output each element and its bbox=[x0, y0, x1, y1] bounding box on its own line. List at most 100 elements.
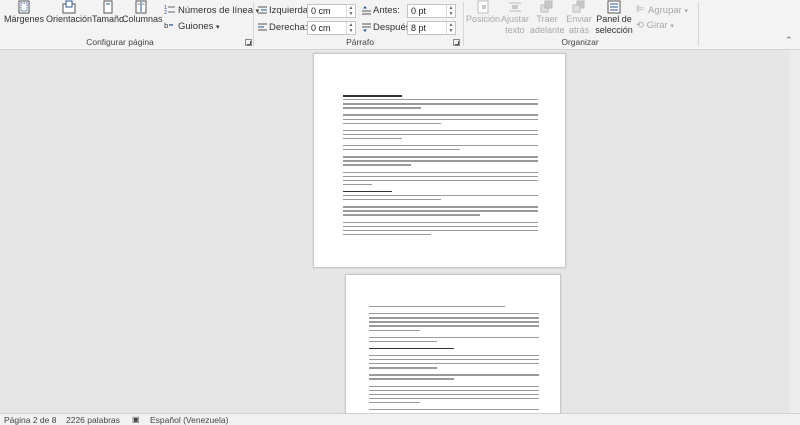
spin-arrows-icon[interactable]: ▲ ▼ bbox=[446, 5, 455, 17]
text-line bbox=[369, 367, 437, 369]
spacing-before-input[interactable]: 0 pt ▲ ▼ bbox=[407, 4, 456, 18]
position-icon bbox=[477, 0, 489, 14]
text-heading-line bbox=[343, 190, 392, 193]
document-workspace[interactable] bbox=[0, 50, 800, 413]
group-divider bbox=[253, 2, 254, 46]
text-line bbox=[369, 397, 539, 400]
enviar-label-2: atrás bbox=[568, 25, 589, 35]
panel-seleccion-button[interactable]: Panel de selección bbox=[594, 0, 634, 35]
girar-button[interactable]: ⟲ Girar ▾ bbox=[636, 19, 674, 33]
line-numbers-icon: 12 bbox=[164, 5, 175, 14]
text-heading-line bbox=[343, 95, 402, 97]
text-line bbox=[343, 107, 421, 109]
text-line bbox=[369, 325, 539, 327]
indent-right-value: 0 cm bbox=[311, 23, 331, 33]
guiones-button[interactable]: b Guiones ▾ bbox=[164, 20, 220, 34]
text-line bbox=[343, 156, 538, 158]
margins-icon bbox=[18, 0, 30, 14]
rotate-icon: ⟲ bbox=[636, 20, 644, 31]
document-page-2[interactable] bbox=[345, 274, 561, 413]
spin-arrows-icon[interactable]: ▲ ▼ bbox=[446, 22, 455, 34]
panel-label-1: Panel de bbox=[596, 14, 632, 24]
text-line bbox=[369, 336, 539, 338]
indent-left-input[interactable]: 0 cm ▲ ▼ bbox=[307, 4, 356, 18]
girar-label: Girar bbox=[646, 20, 668, 31]
text-line bbox=[343, 210, 538, 212]
text-line bbox=[343, 133, 538, 136]
text-line bbox=[343, 99, 538, 101]
text-line bbox=[343, 179, 538, 182]
text-line bbox=[369, 317, 539, 319]
tamano-button[interactable]: Tamaño bbox=[91, 0, 125, 34]
agrupar-button[interactable]: Agrupar ▾ bbox=[636, 4, 688, 18]
indent-left-label: Izquierda: bbox=[269, 5, 311, 16]
text-line bbox=[343, 122, 441, 124]
group-divider bbox=[698, 2, 699, 46]
text-line bbox=[369, 393, 539, 396]
panel-label-2: selección bbox=[595, 25, 633, 35]
document-page-1[interactable] bbox=[313, 53, 566, 268]
text-line bbox=[369, 385, 539, 387]
vertical-scrollbar[interactable] bbox=[790, 50, 800, 413]
spin-arrows-icon[interactable]: ▲ ▼ bbox=[346, 5, 355, 17]
ajustar-label-2: texto bbox=[505, 25, 525, 35]
text-line bbox=[343, 233, 431, 236]
status-word-count[interactable]: 2226 palabras bbox=[66, 414, 120, 425]
margenes-label: Márgenes bbox=[3, 14, 45, 24]
text-line bbox=[343, 225, 538, 227]
columnas-button[interactable]: Columnas bbox=[122, 0, 163, 34]
margenes-button[interactable]: Márgenes bbox=[2, 0, 46, 34]
text-line bbox=[343, 164, 411, 166]
text-line bbox=[369, 401, 420, 404]
enviar-atras-button[interactable]: Enviar atrás bbox=[564, 0, 594, 35]
group-label-configurar-pagina: Configurar página bbox=[86, 37, 154, 47]
posicion-button[interactable]: Posición bbox=[466, 0, 500, 34]
bring-forward-icon bbox=[540, 0, 553, 13]
text-line bbox=[343, 160, 538, 162]
ajustar-label-1: Ajustar bbox=[500, 14, 529, 24]
indent-right-label: Derecha: bbox=[269, 22, 308, 33]
text-line bbox=[369, 306, 505, 308]
spacing-before-value: 0 pt bbox=[411, 6, 427, 16]
indent-left-icon bbox=[258, 6, 267, 14]
posicion-label: Posición bbox=[466, 14, 501, 24]
spacing-after-input[interactable]: 8 pt ▲ ▼ bbox=[407, 21, 456, 35]
numeros-linea-label: Números de línea bbox=[178, 5, 253, 16]
configurar-pagina-launcher-icon[interactable] bbox=[245, 39, 252, 46]
text-line bbox=[343, 199, 441, 201]
text-line bbox=[343, 206, 538, 208]
svg-text:2: 2 bbox=[164, 10, 167, 14]
group-divider bbox=[463, 2, 464, 46]
spacing-after-value: 8 pt bbox=[411, 23, 427, 33]
indent-right-icon bbox=[258, 23, 267, 31]
text-line bbox=[369, 363, 539, 365]
text-line bbox=[369, 354, 539, 357]
spin-arrows-icon[interactable]: ▲ ▼ bbox=[346, 22, 355, 34]
traer-adelante-button[interactable]: Traer adelante bbox=[530, 0, 565, 35]
chevron-down-icon: ▾ bbox=[670, 23, 674, 30]
text-line bbox=[343, 114, 538, 116]
orientacion-button[interactable]: Orientación bbox=[45, 0, 93, 34]
ajustar-texto-button[interactable]: Ajustar texto bbox=[500, 0, 530, 35]
text-line bbox=[343, 214, 480, 216]
text-line bbox=[343, 229, 538, 232]
text-heading-line bbox=[369, 347, 454, 350]
indent-right-input[interactable]: 0 cm ▲ ▼ bbox=[307, 21, 356, 35]
agrupar-label: Agrupar bbox=[648, 5, 682, 16]
group-label-organizar: Organizar bbox=[561, 37, 599, 47]
status-page-count[interactable]: Página 2 de 8 bbox=[4, 414, 56, 425]
text-line bbox=[369, 378, 454, 380]
group-label-parrafo: Párrafo bbox=[346, 37, 374, 47]
text-line bbox=[369, 313, 539, 315]
text-line bbox=[369, 359, 539, 361]
tamano-label: Tamaño bbox=[91, 14, 125, 24]
collapse-ribbon-icon[interactable]: ⌃ bbox=[785, 35, 793, 46]
parrafo-launcher-icon[interactable] bbox=[453, 39, 460, 46]
numeros-linea-button[interactable]: 1 2 Números de línea ▾ bbox=[164, 4, 259, 18]
orientacion-label: Orientación bbox=[45, 14, 93, 24]
text-line bbox=[343, 175, 538, 177]
status-language[interactable]: Español (Venezuela) bbox=[150, 414, 228, 425]
spacing-before-label: Antes: bbox=[373, 5, 400, 16]
proofing-icon[interactable]: ▣ bbox=[132, 414, 140, 425]
text-line bbox=[343, 171, 538, 173]
